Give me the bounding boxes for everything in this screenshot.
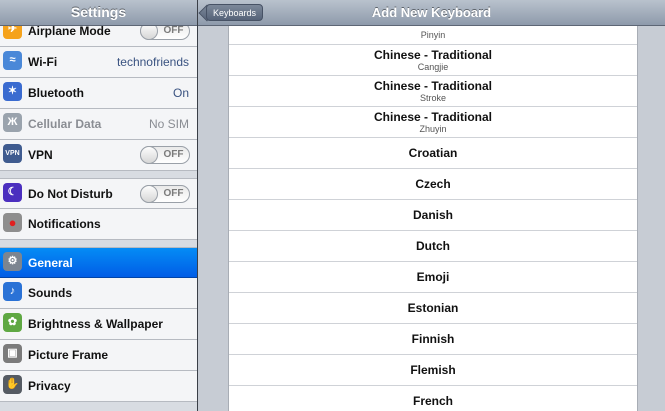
page-title: Add New Keyboard: [371, 5, 492, 20]
keyboard-variant: Zhuyin: [419, 124, 447, 134]
sidebar-item-label: Picture Frame: [28, 348, 109, 362]
sidebar-title: Settings: [0, 0, 197, 26]
sidebar-item-vpn[interactable]: VPN VPN OFF: [0, 140, 197, 171]
keyboard-row[interactable]: Chinese - Traditional Cangjie: [229, 45, 637, 76]
keyboard-row[interactable]: Finnish: [229, 324, 637, 355]
keyboard-name: Chinese - Traditional: [373, 48, 493, 62]
keyboard-variant: Stroke: [419, 93, 446, 103]
moon-icon: ☾: [3, 183, 22, 202]
keyboard-name: Czech: [415, 177, 451, 191]
keyboard-row[interactable]: Danish: [229, 200, 637, 231]
keyboard-list: Pinyin Chinese - Traditional Cangjie Chines…: [228, 25, 638, 411]
toggle-knob: [140, 146, 158, 164]
toggle-switch[interactable]: OFF: [140, 146, 190, 164]
toggle-switch[interactable]: OFF: [140, 185, 190, 203]
sidebar-list: ✈ Airplane Mode OFF ≈ Wi-Fi technofriends ✶ Blu…: [0, 16, 197, 402]
keyboard-row[interactable]: Estonian: [229, 293, 637, 324]
keyboard-row[interactable]: Czech: [229, 169, 637, 200]
sidebar-item-label: VPN: [28, 148, 53, 162]
keyboard-row[interactable]: Dutch: [229, 231, 637, 262]
sidebar-item-label: Cellular Data: [28, 117, 102, 131]
hand-icon: ✋: [3, 375, 22, 394]
keyboard-row[interactable]: Flemish: [229, 355, 637, 386]
keyboard-row[interactable]: Croatian: [229, 138, 637, 169]
keyboard-name: Dutch: [416, 239, 450, 253]
keyboard-name: Chinese - Traditional: [373, 79, 493, 93]
sidebar-item-general[interactable]: ⚙ General: [0, 247, 197, 278]
sidebar-item-value: On: [172, 86, 189, 100]
sidebar-item-cellular-data[interactable]: Ж Cellular Data No SIM: [0, 109, 197, 140]
speaker-icon: ♪: [3, 282, 22, 301]
wifi-icon: ≈: [3, 51, 22, 70]
sidebar-item-label: Bluetooth: [28, 86, 84, 100]
keyboard-name: Danish: [412, 208, 453, 222]
toggle-knob: [140, 185, 158, 203]
sidebar-item-label: Privacy: [28, 379, 71, 393]
sidebar-item-wi-fi[interactable]: ≈ Wi-Fi technofriends: [0, 47, 197, 78]
keyboard-name: Flemish: [410, 363, 456, 377]
bluetooth-icon: ✶: [3, 82, 22, 101]
main-panel: Keyboards Add New Keyboard Pinyin Chinese…: [198, 0, 665, 411]
keyboard-name: Finnish: [411, 332, 455, 346]
antenna-icon: Ж: [3, 113, 22, 132]
keyboard-row[interactable]: Chinese - Traditional Zhuyin: [229, 107, 637, 138]
sidebar-item-do-not-disturb[interactable]: ☾ Do Not Disturb OFF: [0, 178, 197, 209]
keyboard-variant: Pinyin: [420, 30, 446, 40]
keyboard-name: Emoji: [416, 270, 450, 284]
keyboard-variant: Cangjie: [417, 62, 449, 72]
sidebar-item-label: Do Not Disturb: [28, 187, 113, 201]
vpn-icon: VPN: [3, 144, 22, 163]
sidebar-item-sounds[interactable]: ♪ Sounds: [0, 278, 197, 309]
brightness-wallpaper-icon: ✿: [3, 313, 22, 332]
sidebar-item-picture-frame[interactable]: ▣ Picture Frame: [0, 340, 197, 371]
keyboard-name: French: [412, 394, 453, 408]
sidebar-item-value: No SIM: [148, 117, 189, 131]
gear-icon: ⚙: [3, 252, 22, 271]
nav-bar: Keyboards Add New Keyboard: [198, 0, 665, 26]
sidebar-item-notifications[interactable]: ● Notifications: [0, 209, 197, 240]
sidebar-item-label: Sounds: [28, 286, 72, 300]
toggle-state: OFF: [163, 188, 184, 199]
notifications-icon: ●: [3, 213, 22, 232]
keyboard-name: Estonian: [407, 301, 459, 315]
sidebar-item-label: Notifications: [28, 217, 101, 231]
sidebar-item-label: Wi-Fi: [28, 55, 58, 69]
keyboard-row[interactable]: Emoji: [229, 262, 637, 293]
keyboard-name: Chinese - Traditional: [373, 110, 493, 124]
sidebar-item-label: Brightness & Wallpaper: [28, 317, 163, 331]
keyboard-row[interactable]: French: [229, 386, 637, 411]
sidebar-item-value: technofriends: [116, 55, 189, 69]
picture-frame-icon: ▣: [3, 344, 22, 363]
settings-sidebar: Settings ✈ Airplane Mode OFF ≈ Wi-Fi technofr…: [0, 0, 198, 411]
sidebar-item-bluetooth[interactable]: ✶ Bluetooth On: [0, 78, 197, 109]
sidebar-item-brightness-wallpaper[interactable]: ✿ Brightness & Wallpaper: [0, 309, 197, 340]
keyboard-row[interactable]: Pinyin: [229, 25, 637, 45]
settings-app: Settings ✈ Airplane Mode OFF ≈ Wi-Fi technofr…: [0, 0, 665, 411]
keyboard-row[interactable]: Chinese - Traditional Stroke: [229, 76, 637, 107]
sidebar-item-privacy[interactable]: ✋ Privacy: [0, 371, 197, 402]
toggle-state: OFF: [163, 149, 184, 160]
sidebar-item-label: General: [28, 256, 73, 270]
keyboard-name: Croatian: [408, 146, 458, 160]
